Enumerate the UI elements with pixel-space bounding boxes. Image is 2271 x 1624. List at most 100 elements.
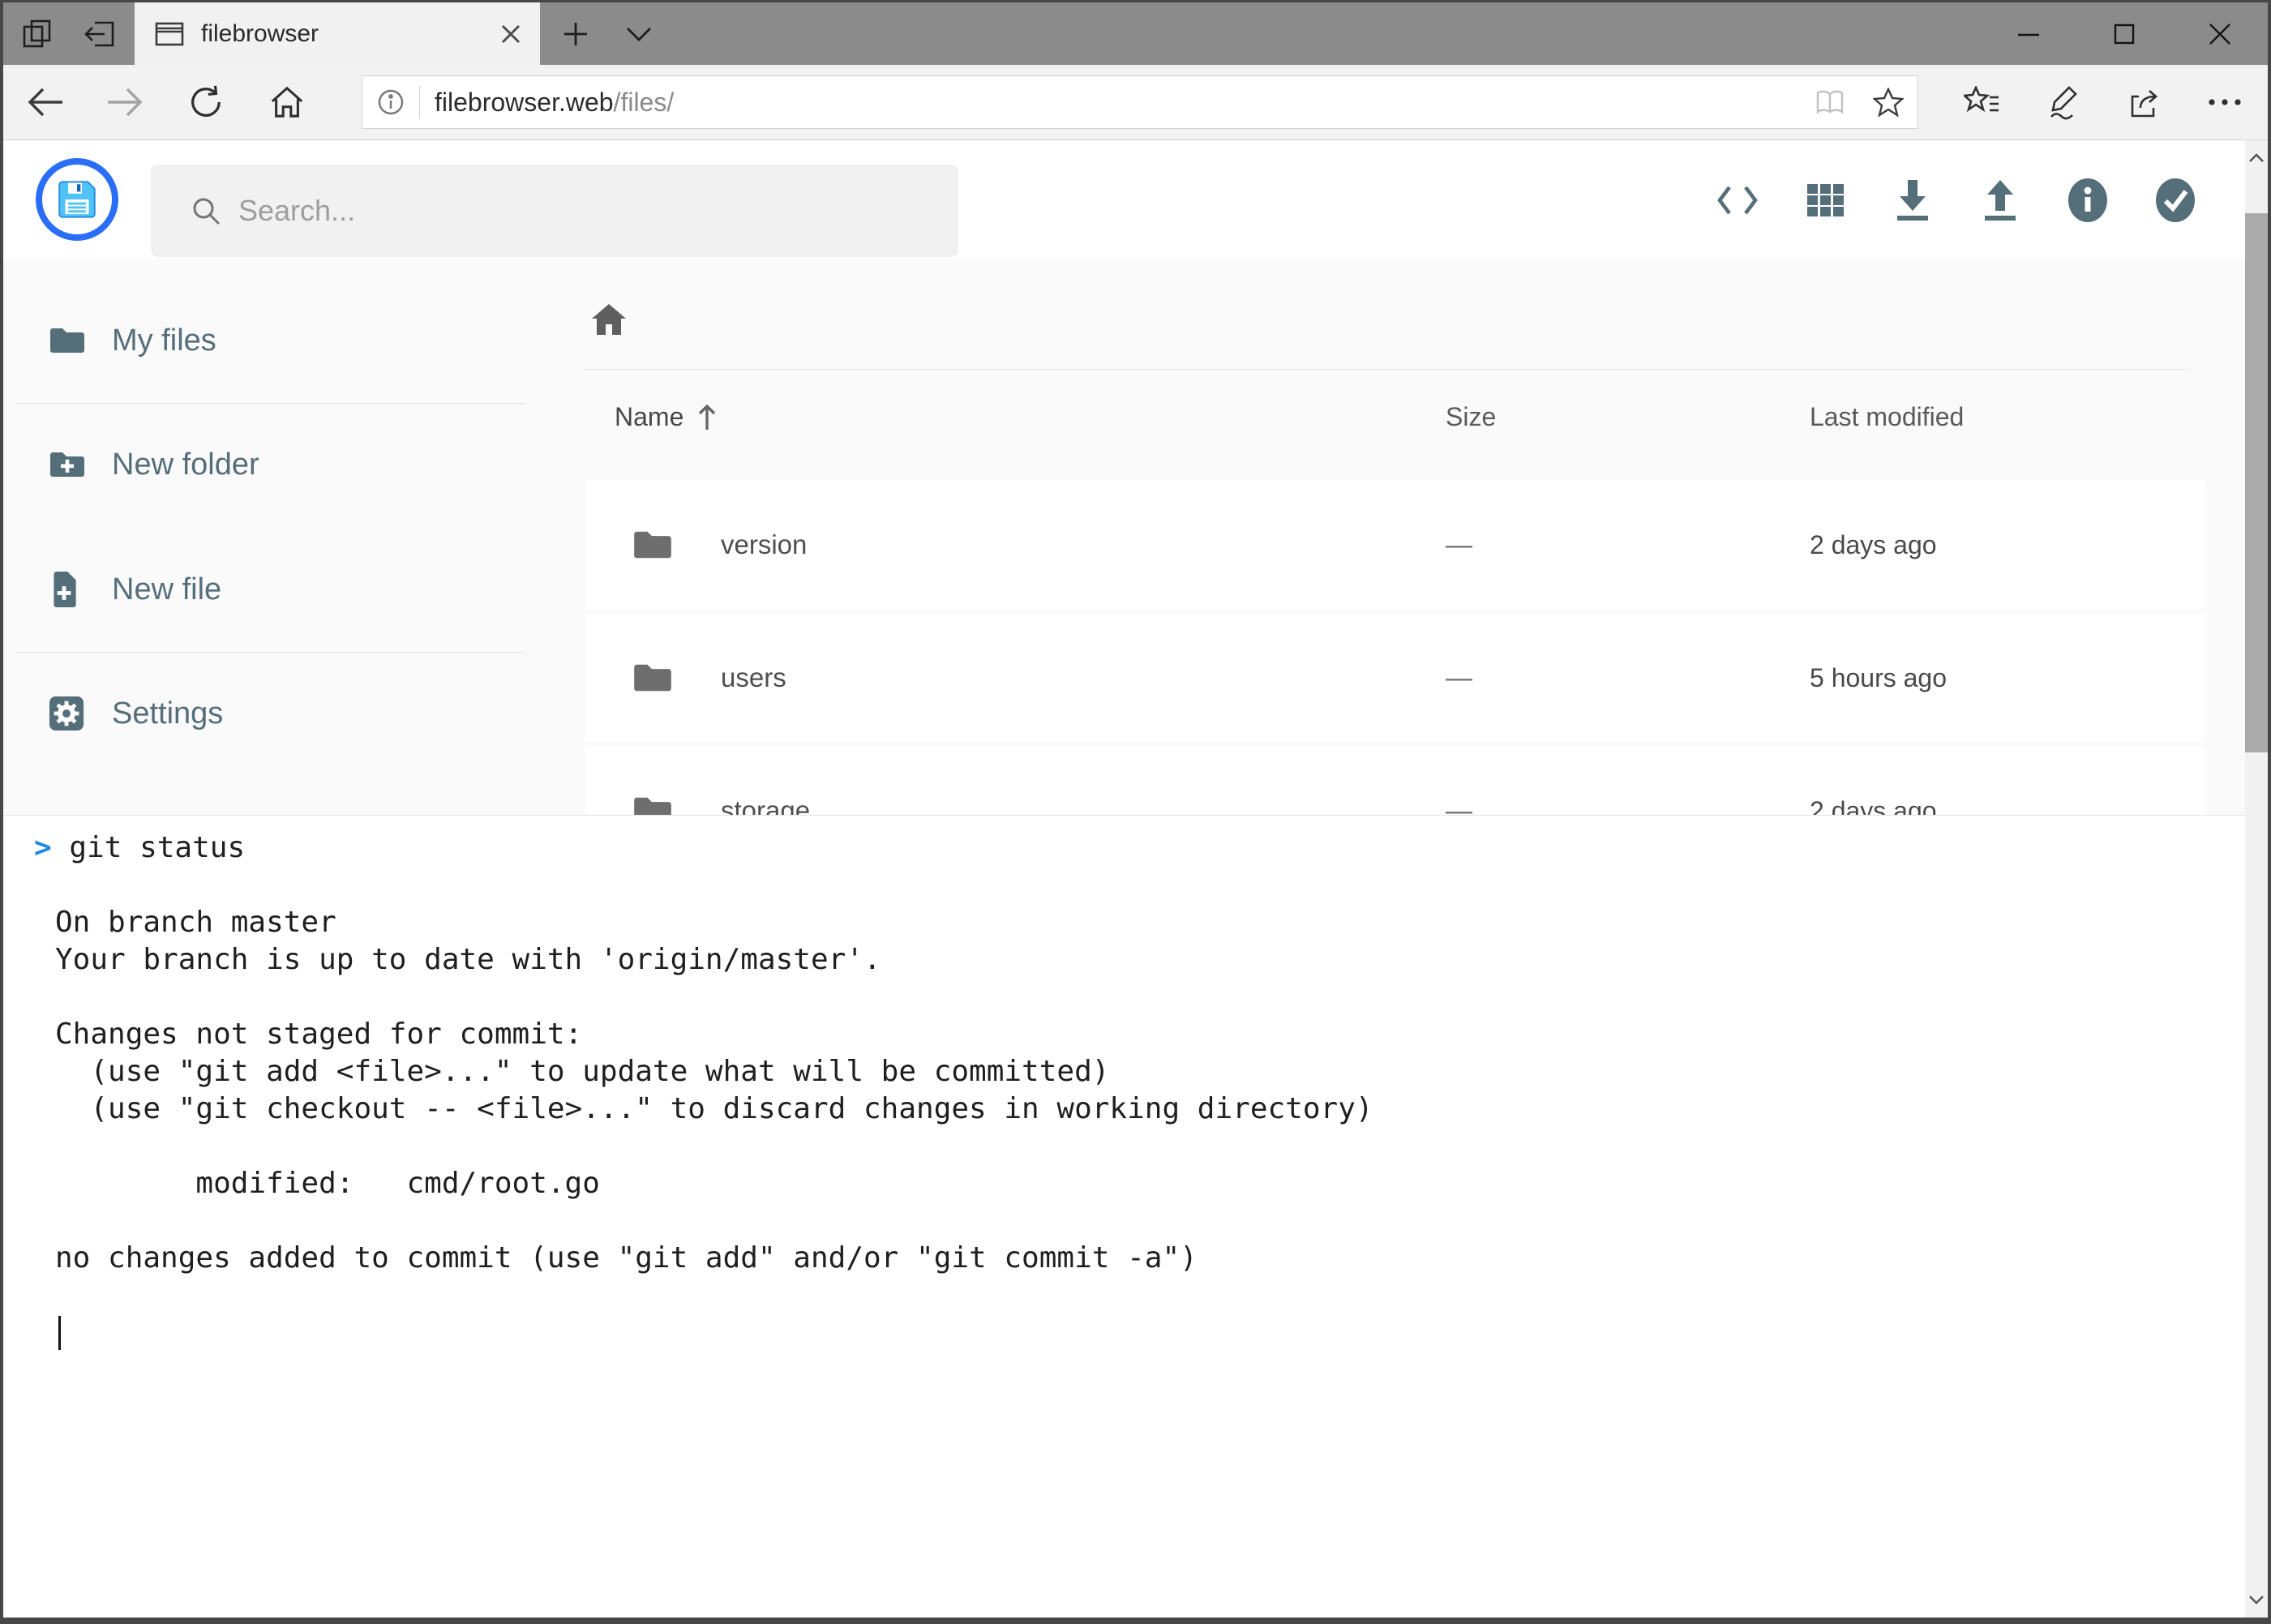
tab-preview-chevron-icon[interactable]: [613, 2, 665, 65]
breadcrumb-home-icon[interactable]: [589, 302, 628, 337]
window-frame-bottom: [0, 1618, 2271, 1624]
browser-tab[interactable]: filebrowser: [135, 2, 540, 65]
file-row-users[interactable]: users — 5 hours ago: [585, 614, 2205, 742]
back-icon[interactable]: [15, 71, 76, 133]
sidebar-label: New file: [112, 572, 221, 607]
page-viewport: My files New folder: [3, 140, 2268, 1618]
file-modified: 2 days ago: [1810, 747, 1937, 815]
home-icon[interactable]: [256, 71, 318, 133]
sidebar-item-settings[interactable]: Settings: [3, 679, 526, 748]
folder-icon: [632, 662, 673, 694]
file-row-storage[interactable]: storage — 2 days ago: [585, 747, 2205, 815]
text-cursor: [58, 1316, 61, 1350]
sidebar-label: My files: [112, 324, 216, 358]
sidebar-divider: [15, 652, 525, 653]
sidebar-label: New folder: [112, 448, 259, 482]
favorites-hub-icon[interactable]: [1941, 71, 2022, 134]
file-row-version[interactable]: version — 2 days ago: [585, 481, 2205, 609]
folder-icon: [632, 795, 673, 815]
sidebar-divider: [15, 403, 525, 404]
terminal-line: [55, 1128, 2229, 1165]
tab-close-icon[interactable]: [485, 8, 537, 60]
header-action-icons: [1716, 140, 2196, 259]
filebrowser-logo-icon[interactable]: [36, 158, 118, 241]
window-controls: [1981, 2, 2268, 65]
search-icon: [190, 195, 222, 227]
url-path: /files/: [614, 88, 675, 117]
new-file-icon: [49, 571, 79, 608]
file-modified: 5 hours ago: [1810, 614, 1947, 742]
scroll-up-icon[interactable]: [2245, 140, 2268, 176]
filebrowser-header: [3, 140, 2245, 259]
file-name: storage: [721, 747, 810, 815]
terminal-command: git status: [69, 831, 245, 864]
browser-titlebar: filebrowser: [0, 0, 2271, 65]
download-icon[interactable]: [1892, 175, 1934, 225]
table-header: Name Size Last modified: [585, 402, 2205, 441]
share-icon[interactable]: [2103, 71, 2184, 134]
sidebar: My files New folder: [3, 259, 526, 815]
forward-icon[interactable]: [94, 71, 156, 133]
window-frame-right: [2268, 0, 2271, 1624]
sort-ascending-icon: [696, 403, 718, 432]
settings-gear-icon: [49, 696, 84, 731]
file-name: version: [721, 481, 807, 609]
address-divider: [419, 86, 420, 118]
add-favorite-star-icon[interactable]: [1859, 78, 1917, 126]
grid-view-icon[interactable]: [1804, 175, 1846, 225]
sidebar-item-my-files[interactable]: My files: [3, 306, 526, 375]
sidebar-label: Settings: [112, 696, 223, 731]
sidebar-item-new-file[interactable]: New file: [3, 555, 526, 624]
folder-icon: [49, 325, 86, 356]
more-ellipsis-icon[interactable]: [2184, 71, 2265, 134]
terminal-cursor-line: [55, 1314, 2229, 1352]
window-frame-left: [0, 0, 3, 1624]
maximize-button[interactable]: [2076, 2, 2172, 65]
upload-icon[interactable]: [1979, 175, 2021, 225]
search-box[interactable]: [151, 165, 958, 257]
search-input[interactable]: [238, 194, 958, 228]
terminal-line: (use "git checkout -- <file>..." to disc…: [55, 1091, 2229, 1128]
address-bar[interactable]: filebrowser.web/files/: [362, 75, 1918, 129]
file-listing-area: My files New folder: [3, 259, 2245, 815]
info-icon[interactable]: [2067, 175, 2109, 225]
terminal-line: [55, 1202, 2229, 1240]
url-text: filebrowser.web/files/: [435, 88, 674, 118]
terminal-line: Your branch is up to date with 'origin/m…: [55, 941, 2229, 979]
site-info-icon[interactable]: [377, 88, 405, 116]
column-header-name[interactable]: Name: [615, 402, 718, 432]
terminal-output: > git status On branch master Your branc…: [55, 829, 2229, 1352]
minimize-button[interactable]: [1981, 2, 2076, 65]
new-tab-button[interactable]: [550, 2, 602, 65]
terminal-panel[interactable]: > git status On branch master Your branc…: [3, 815, 2245, 1618]
browser-navbar: filebrowser.web/files/: [3, 65, 2268, 140]
terminal-line: (use "git add <file>..." to update what …: [55, 1053, 2229, 1091]
set-tabs-aside-icon[interactable]: [75, 2, 125, 65]
file-name: users: [721, 614, 786, 742]
file-size: —: [1446, 747, 1472, 815]
refresh-icon[interactable]: [175, 71, 237, 133]
terminal-line: [55, 979, 2229, 1016]
close-window-button[interactable]: [2172, 2, 2268, 65]
select-check-icon[interactable]: [2154, 175, 2196, 225]
web-note-pen-icon[interactable]: [2022, 71, 2103, 134]
sidebar-item-new-folder[interactable]: New folder: [3, 430, 526, 499]
prompt-chevron-icon: >: [34, 831, 52, 864]
new-folder-icon: [49, 449, 86, 480]
reading-view-icon[interactable]: [1801, 78, 1859, 126]
url-host: filebrowser.web: [435, 88, 614, 117]
terminal-line: [55, 1277, 2229, 1314]
scroll-down-icon[interactable]: [2245, 1582, 2268, 1618]
column-header-size[interactable]: Size: [1446, 402, 1496, 432]
file-size: —: [1446, 481, 1472, 609]
scrollbar-thumb[interactable]: [2245, 213, 2268, 752]
terminal-line: modified: cmd/root.go: [55, 1165, 2229, 1202]
code-view-icon[interactable]: [1716, 175, 1759, 225]
terminal-line: [55, 867, 2229, 904]
folder-icon: [632, 529, 673, 561]
column-header-modified[interactable]: Last modified: [1810, 402, 1964, 432]
navbar-right-icons: [1941, 71, 2265, 134]
page-scrollbar[interactable]: [2245, 140, 2268, 1618]
tabs-you-set-aside-icon[interactable]: [13, 2, 63, 65]
listing-divider: [584, 369, 2189, 370]
